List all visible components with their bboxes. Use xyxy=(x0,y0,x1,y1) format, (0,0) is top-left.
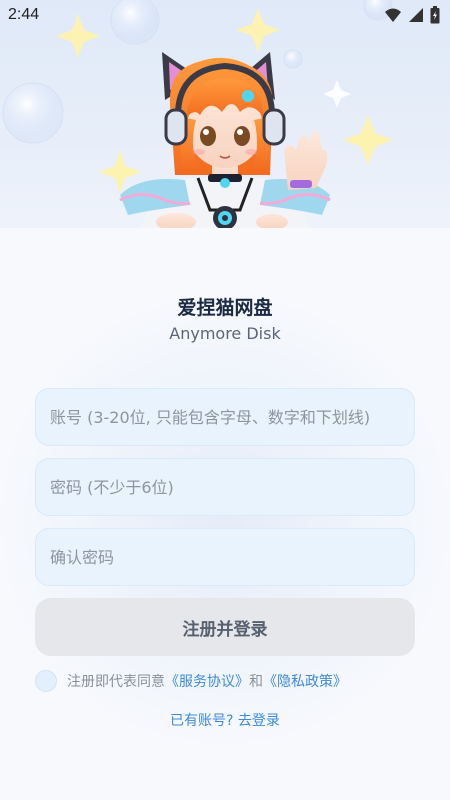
battery-icon xyxy=(430,6,440,24)
agreement-row: 注册即代表同意 《服务协议》 和 《隐私政策》 xyxy=(35,668,347,694)
username-input[interactable] xyxy=(36,389,414,445)
app-subtitle: Anymore Disk xyxy=(169,324,281,343)
password-input[interactable] xyxy=(36,459,414,515)
wifi-icon xyxy=(385,8,401,22)
anime-cat-girl-illustration xyxy=(2,0,393,228)
register-button[interactable]: 注册并登录 xyxy=(35,598,415,656)
confirm-password-field xyxy=(35,528,415,586)
agreement-and: 和 xyxy=(249,674,263,690)
status-time: 2:44 xyxy=(8,6,40,23)
hero-banner xyxy=(0,0,450,228)
agreement-prefix: 注册即代表同意 xyxy=(67,674,165,690)
username-field xyxy=(35,388,415,446)
password-field xyxy=(35,458,415,516)
privacy-link[interactable]: 《隐私政策》 xyxy=(263,671,347,691)
terms-link[interactable]: 《服务协议》 xyxy=(165,671,249,691)
status-bar: 2:44 xyxy=(0,0,450,32)
login-link[interactable]: 已有账号? 去登录 xyxy=(0,710,450,730)
app-title: 爱捏猫网盘 xyxy=(177,297,273,319)
register-screen: 2:44 爱捏猫网盘 Anymore Disk 注册并登录 注册即 xyxy=(0,0,450,800)
status-icons xyxy=(384,6,440,24)
confirm-password-input[interactable] xyxy=(36,529,414,585)
signal-icon xyxy=(409,8,423,22)
agreement-checkbox[interactable] xyxy=(35,670,57,692)
